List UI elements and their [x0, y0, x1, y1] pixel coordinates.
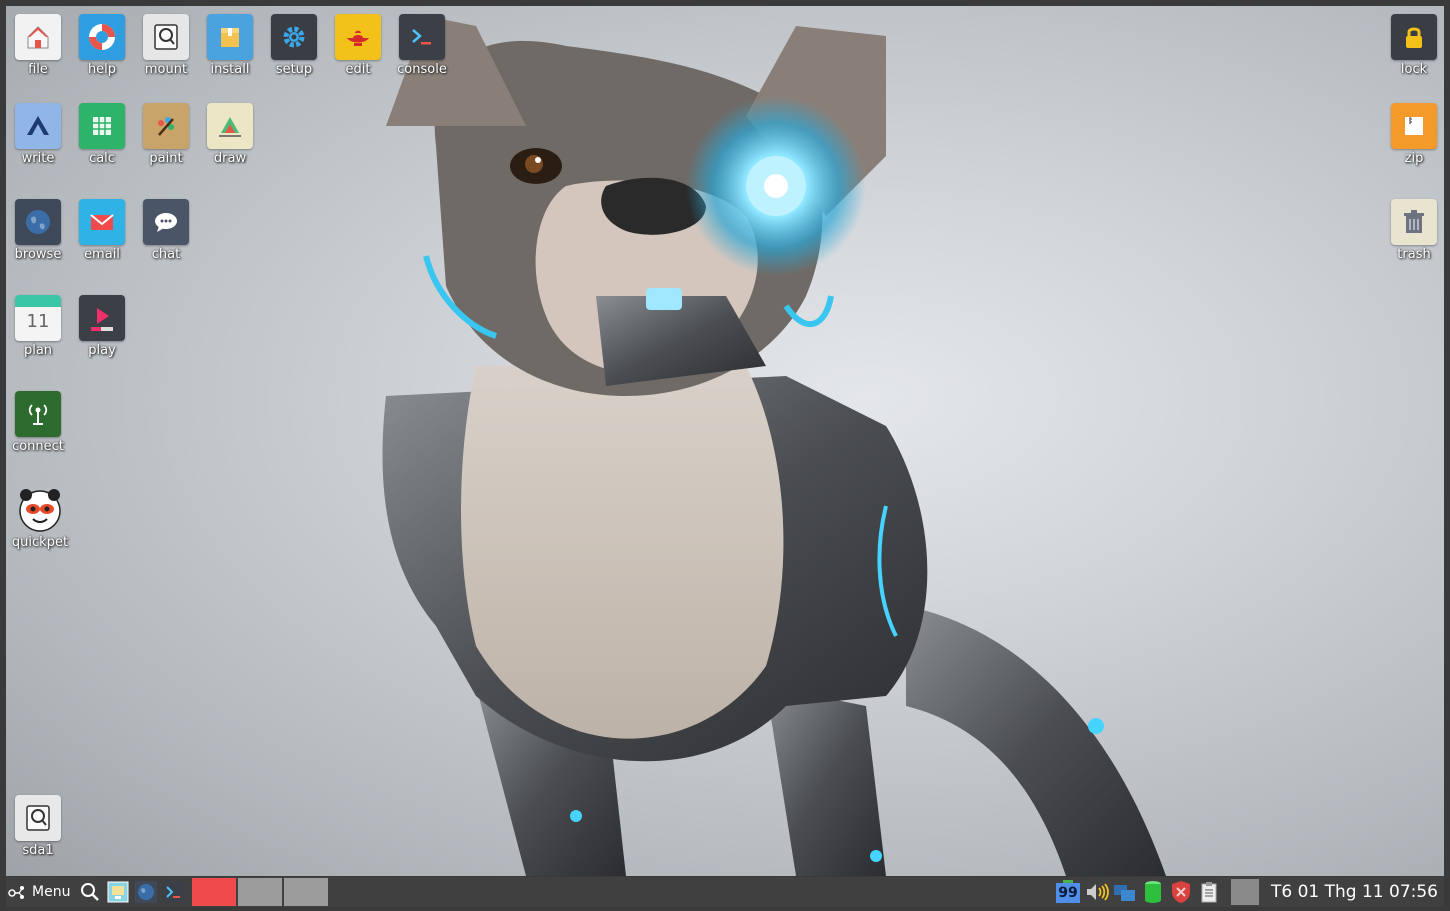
- desktop-icon-paint[interactable]: paint: [135, 103, 197, 166]
- desktop-icon-label: help: [87, 62, 117, 77]
- desktop-icon-setup[interactable]: setup: [263, 14, 325, 77]
- desktop-icon-plan[interactable]: 11 plan: [7, 295, 69, 358]
- media-play-icon: [79, 295, 125, 341]
- palette-icon: [143, 103, 189, 149]
- desktop-icon-play[interactable]: play: [71, 295, 133, 358]
- quickpet-panda-icon: [17, 487, 63, 533]
- desktop-icon-browse[interactable]: browse: [7, 199, 69, 262]
- terminal-launcher[interactable]: [162, 880, 186, 904]
- show-desktop-launcher[interactable]: [106, 880, 130, 904]
- desktop-icon-label: browse: [14, 247, 62, 262]
- trash-can-icon: [1391, 199, 1437, 245]
- desktop-icon-mount[interactable]: mount: [135, 14, 197, 77]
- network-icon: [1113, 885, 1135, 901]
- taskbar: Menu 99 T6 01 Thg 11 07:56: [6, 877, 1444, 907]
- desktop-icon-label: console: [397, 62, 447, 77]
- firewall-indicator[interactable]: [1169, 880, 1193, 904]
- desktop-icon: [107, 881, 129, 903]
- desktop-icon-label: paint: [149, 151, 183, 166]
- clock[interactable]: T6 01 Thg 11 07:56: [1261, 882, 1444, 902]
- clipboard-icon: [1201, 882, 1217, 903]
- drive-partition-icon: [15, 795, 61, 841]
- desktop-icon-label: email: [84, 247, 120, 262]
- globe-icon: [15, 199, 61, 245]
- desktop-icon-label: play: [88, 343, 116, 358]
- desktop-icon-trash[interactable]: trash: [1383, 199, 1444, 262]
- search-icon: [81, 883, 100, 901]
- home-folder-icon: [15, 14, 61, 60]
- desktop-icon-chat[interactable]: chat: [135, 199, 197, 262]
- desktop-icon-label: mount: [144, 62, 188, 77]
- menu-icon: [8, 884, 28, 900]
- volume-control[interactable]: [1085, 880, 1109, 904]
- desktop-icon-lock[interactable]: lock: [1383, 14, 1444, 77]
- database-icon: [1144, 881, 1161, 903]
- spreadsheet-icon: [79, 103, 125, 149]
- desktop-icon-connect[interactable]: connect: [7, 391, 69, 454]
- desktop-icon-write[interactable]: write: [7, 103, 69, 166]
- desktop-icon-help[interactable]: help: [71, 14, 133, 77]
- desktop[interactable]: file help mount install setup edit conso…: [6, 6, 1444, 876]
- gear-icon: [271, 14, 317, 60]
- menu-button[interactable]: Menu: [6, 884, 74, 900]
- desktop-icon-install[interactable]: install: [199, 14, 261, 77]
- desktop-icon-label: calc: [89, 151, 115, 166]
- desktop-icon-label: file: [28, 62, 48, 77]
- draw-icon: [207, 103, 253, 149]
- shield-icon: [1171, 881, 1190, 903]
- system-tray: 99 T6 01 Thg 11 07:56: [1053, 877, 1444, 907]
- desktop-icon-label: draw: [213, 151, 247, 166]
- terminal-icon: [399, 14, 445, 60]
- terminal-icon: [163, 881, 186, 903]
- desktop-icon-email[interactable]: email: [71, 199, 133, 262]
- desktop-icon-quickpet[interactable]: quickpet: [9, 487, 71, 550]
- notification-area[interactable]: [1230, 879, 1259, 905]
- task-button-1[interactable]: [192, 878, 237, 906]
- network-indicator[interactable]: [1113, 880, 1137, 904]
- desktop-icon-label: sda1: [22, 843, 54, 858]
- storage-indicator[interactable]: [1141, 880, 1165, 904]
- chat-bubble-icon: [143, 199, 189, 245]
- desktop-icon-label: plan: [23, 343, 53, 358]
- desktop-icon-zip[interactable]: zip: [1383, 103, 1444, 166]
- desktop-icon-console[interactable]: console: [391, 14, 453, 77]
- desktop-icon-label: lock: [1400, 62, 1428, 77]
- antenna-icon: [15, 391, 61, 437]
- desktop-icon-draw[interactable]: draw: [199, 103, 261, 166]
- task-button-2[interactable]: [238, 878, 283, 906]
- speaker-icon: [1086, 883, 1109, 901]
- write-doc-icon: [15, 103, 61, 149]
- desktop-icon-label: write: [21, 151, 55, 166]
- desktop-icon-calc[interactable]: calc: [71, 103, 133, 166]
- padlock-icon: [1391, 14, 1437, 60]
- archive-icon: [1391, 103, 1437, 149]
- screen: file help mount install setup edit conso…: [0, 0, 1450, 911]
- desktop-icon-label: quickpet: [11, 535, 69, 550]
- desktop-icon-label: zip: [1404, 151, 1424, 166]
- desktop-icon-label: trash: [1397, 247, 1431, 262]
- battery-value: 99: [1055, 883, 1080, 903]
- desktop-icon-label: chat: [151, 247, 181, 262]
- desktop-icon-label: connect: [12, 439, 64, 454]
- lifebuoy-icon: [79, 14, 125, 60]
- envelope-icon: [79, 199, 125, 245]
- clipboard-indicator[interactable]: [1197, 880, 1221, 904]
- desktop-icon-edit[interactable]: edit: [327, 14, 389, 77]
- desktop-icon-sda1[interactable]: sda1: [7, 795, 69, 858]
- genie-lamp-icon: [335, 14, 381, 60]
- desktop-icon-file[interactable]: file: [7, 14, 69, 77]
- task-button-3[interactable]: [284, 878, 329, 906]
- desktop-icon-label: edit: [345, 62, 371, 77]
- desktop-icon-label: setup: [275, 62, 313, 77]
- battery-indicator[interactable]: 99: [1055, 880, 1081, 904]
- desktop-icon-label: install: [210, 62, 250, 77]
- calendar-icon: 11: [15, 295, 61, 341]
- globe-icon: [135, 881, 158, 903]
- browser-launcher[interactable]: [134, 880, 158, 904]
- search-launcher[interactable]: [78, 880, 102, 904]
- calendar-day: 11: [26, 311, 50, 332]
- harddisk-icon: [143, 14, 189, 60]
- package-box-icon: [207, 14, 253, 60]
- menu-label: Menu: [32, 884, 71, 900]
